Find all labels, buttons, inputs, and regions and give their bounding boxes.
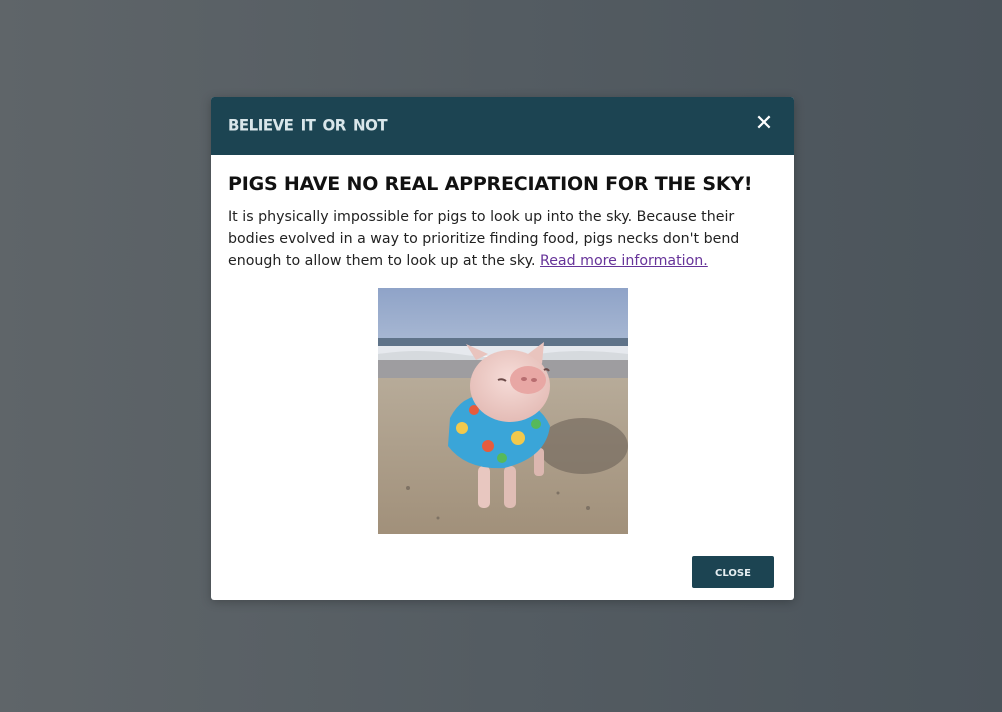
close-button[interactable]: close bbox=[692, 556, 774, 588]
body-text: It is physically impossible for pigs to … bbox=[228, 206, 748, 272]
modal-body: PIGS HAVE NO REAL APPRECIATION FOR THE S… bbox=[211, 172, 794, 272]
modal-title: Believe it or not bbox=[228, 110, 388, 137]
modal-footer: close bbox=[692, 556, 774, 588]
headline: PIGS HAVE NO REAL APPRECIATION FOR THE S… bbox=[228, 173, 753, 195]
read-more-link[interactable]: Read more information. bbox=[540, 253, 708, 269]
pig-photo bbox=[378, 288, 628, 534]
modal-dialog: Believe it or not ✕ PIGS HAVE NO REAL AP… bbox=[211, 97, 794, 600]
close-icon[interactable]: ✕ bbox=[752, 111, 776, 137]
modal-header: Believe it or not ✕ bbox=[211, 97, 794, 155]
